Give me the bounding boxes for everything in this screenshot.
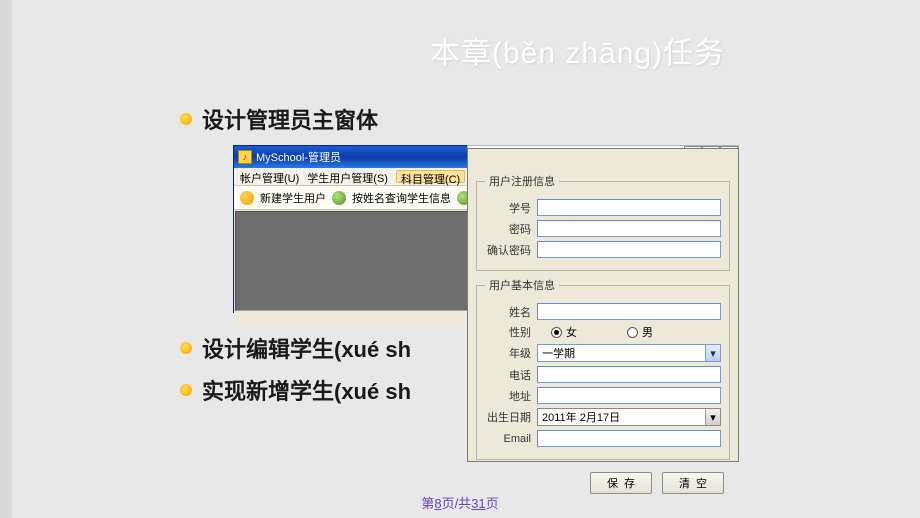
page-title: 本章(běn zhāng)任务 xyxy=(430,28,725,72)
name-input[interactable] xyxy=(537,303,721,320)
dob-value: 2011年 2月17日 xyxy=(542,409,620,425)
toolbar-search-by-name[interactable]: 按姓名查询学生信息 xyxy=(352,190,451,206)
grade-selected-value: 一学期 xyxy=(542,345,575,361)
confirm-password-input[interactable] xyxy=(537,241,721,258)
bullet-text: 设计管理员主窗体 xyxy=(202,103,378,135)
label-password: 密码 xyxy=(485,221,531,237)
row-confirm-password: 确认密码 xyxy=(485,241,721,258)
chevron-down-icon[interactable]: ▾ xyxy=(705,345,720,361)
label-grade: 年级 xyxy=(485,345,531,361)
group-legend: 用户基本信息 xyxy=(485,277,559,293)
menu-student[interactable]: 学生用户管理(S) xyxy=(307,170,388,183)
page-footer: 第8页/共31页 xyxy=(0,493,920,512)
save-button[interactable]: 保存 xyxy=(590,472,652,494)
dob-datepicker[interactable]: 2011年 2月17日 ▾ xyxy=(537,408,721,426)
bullet-list: 设计管理员主窗体 xyxy=(180,103,378,143)
toolbar-new-student[interactable]: 新建学生用户 xyxy=(260,190,326,206)
footer-prefix: 第 xyxy=(421,496,434,511)
radio-female[interactable]: 女 xyxy=(551,324,577,340)
window-title: MySchool-管理员 xyxy=(256,149,341,165)
footer-mid: 页/共 xyxy=(442,496,472,511)
group-legend: 用户注册信息 xyxy=(485,173,559,189)
password-input[interactable] xyxy=(537,220,721,237)
label-phone: 电话 xyxy=(485,367,531,383)
bullet-text: 设计编辑学生(xué sh xyxy=(202,332,411,364)
bullet-icon xyxy=(180,384,192,396)
phone-input[interactable] xyxy=(537,366,721,383)
label-email: Email xyxy=(485,433,531,445)
student-id-input[interactable] xyxy=(537,199,721,216)
label-address: 地址 xyxy=(485,388,531,404)
label-confirm-password: 确认密码 xyxy=(485,242,531,258)
label-student-id: 学号 xyxy=(485,200,531,216)
radio-dot-icon xyxy=(551,327,562,338)
left-sidebar-strip xyxy=(0,0,12,518)
group-basic-info: 用户基本信息 姓名 性别 女 男 年级 一学期 ▾ xyxy=(476,277,730,460)
bullet-icon xyxy=(180,113,192,125)
menu-subject[interactable]: 科目管理(C) xyxy=(396,170,465,183)
email-input[interactable] xyxy=(537,430,721,447)
clear-button[interactable]: 清空 xyxy=(662,472,724,494)
radio-male-label: 男 xyxy=(642,324,653,340)
row-email: Email xyxy=(485,430,721,447)
bullet-item-1: 设计管理员主窗体 xyxy=(180,103,378,135)
search-icon[interactable] xyxy=(332,191,346,205)
edit-student-dialog: 用户注册信息 学号 密码 确认密码 用户基本信息 姓名 性别 xyxy=(467,148,739,462)
row-dob: 出生日期 2011年 2月17日 ▾ xyxy=(485,408,721,426)
label-name: 姓名 xyxy=(485,304,531,320)
bullet-text: 实现新增学生(xué sh xyxy=(202,374,411,406)
radio-dot-icon xyxy=(627,327,638,338)
bullet-item-3: 实现新增学生(xué sh xyxy=(180,374,411,406)
address-input[interactable] xyxy=(537,387,721,404)
app-icon: ♪ xyxy=(238,150,252,164)
radio-male[interactable]: 男 xyxy=(627,324,653,340)
menu-account[interactable]: 帐户管理(U) xyxy=(240,170,299,183)
row-password: 密码 xyxy=(485,220,721,237)
grade-combobox[interactable]: 一学期 ▾ xyxy=(537,344,721,362)
footer-suffix: 页 xyxy=(486,496,499,511)
group-register-info: 用户注册信息 学号 密码 确认密码 xyxy=(476,173,730,271)
bullet-icon xyxy=(180,342,192,354)
row-phone: 电话 xyxy=(485,366,721,383)
row-name: 姓名 xyxy=(485,303,721,320)
bullet-item-2: 设计编辑学生(xué sh xyxy=(180,332,411,364)
chevron-down-icon[interactable]: ▾ xyxy=(705,409,720,425)
row-address: 地址 xyxy=(485,387,721,404)
row-student-id: 学号 xyxy=(485,199,721,216)
radio-female-label: 女 xyxy=(566,324,577,340)
footer-total: 31 xyxy=(471,496,485,511)
row-gender: 性别 女 男 xyxy=(485,324,721,340)
row-grade: 年级 一学期 ▾ xyxy=(485,344,721,362)
label-gender: 性别 xyxy=(485,324,531,340)
label-dob: 出生日期 xyxy=(485,409,531,425)
footer-page-num: 8 xyxy=(434,496,441,511)
new-student-icon[interactable] xyxy=(240,191,254,205)
